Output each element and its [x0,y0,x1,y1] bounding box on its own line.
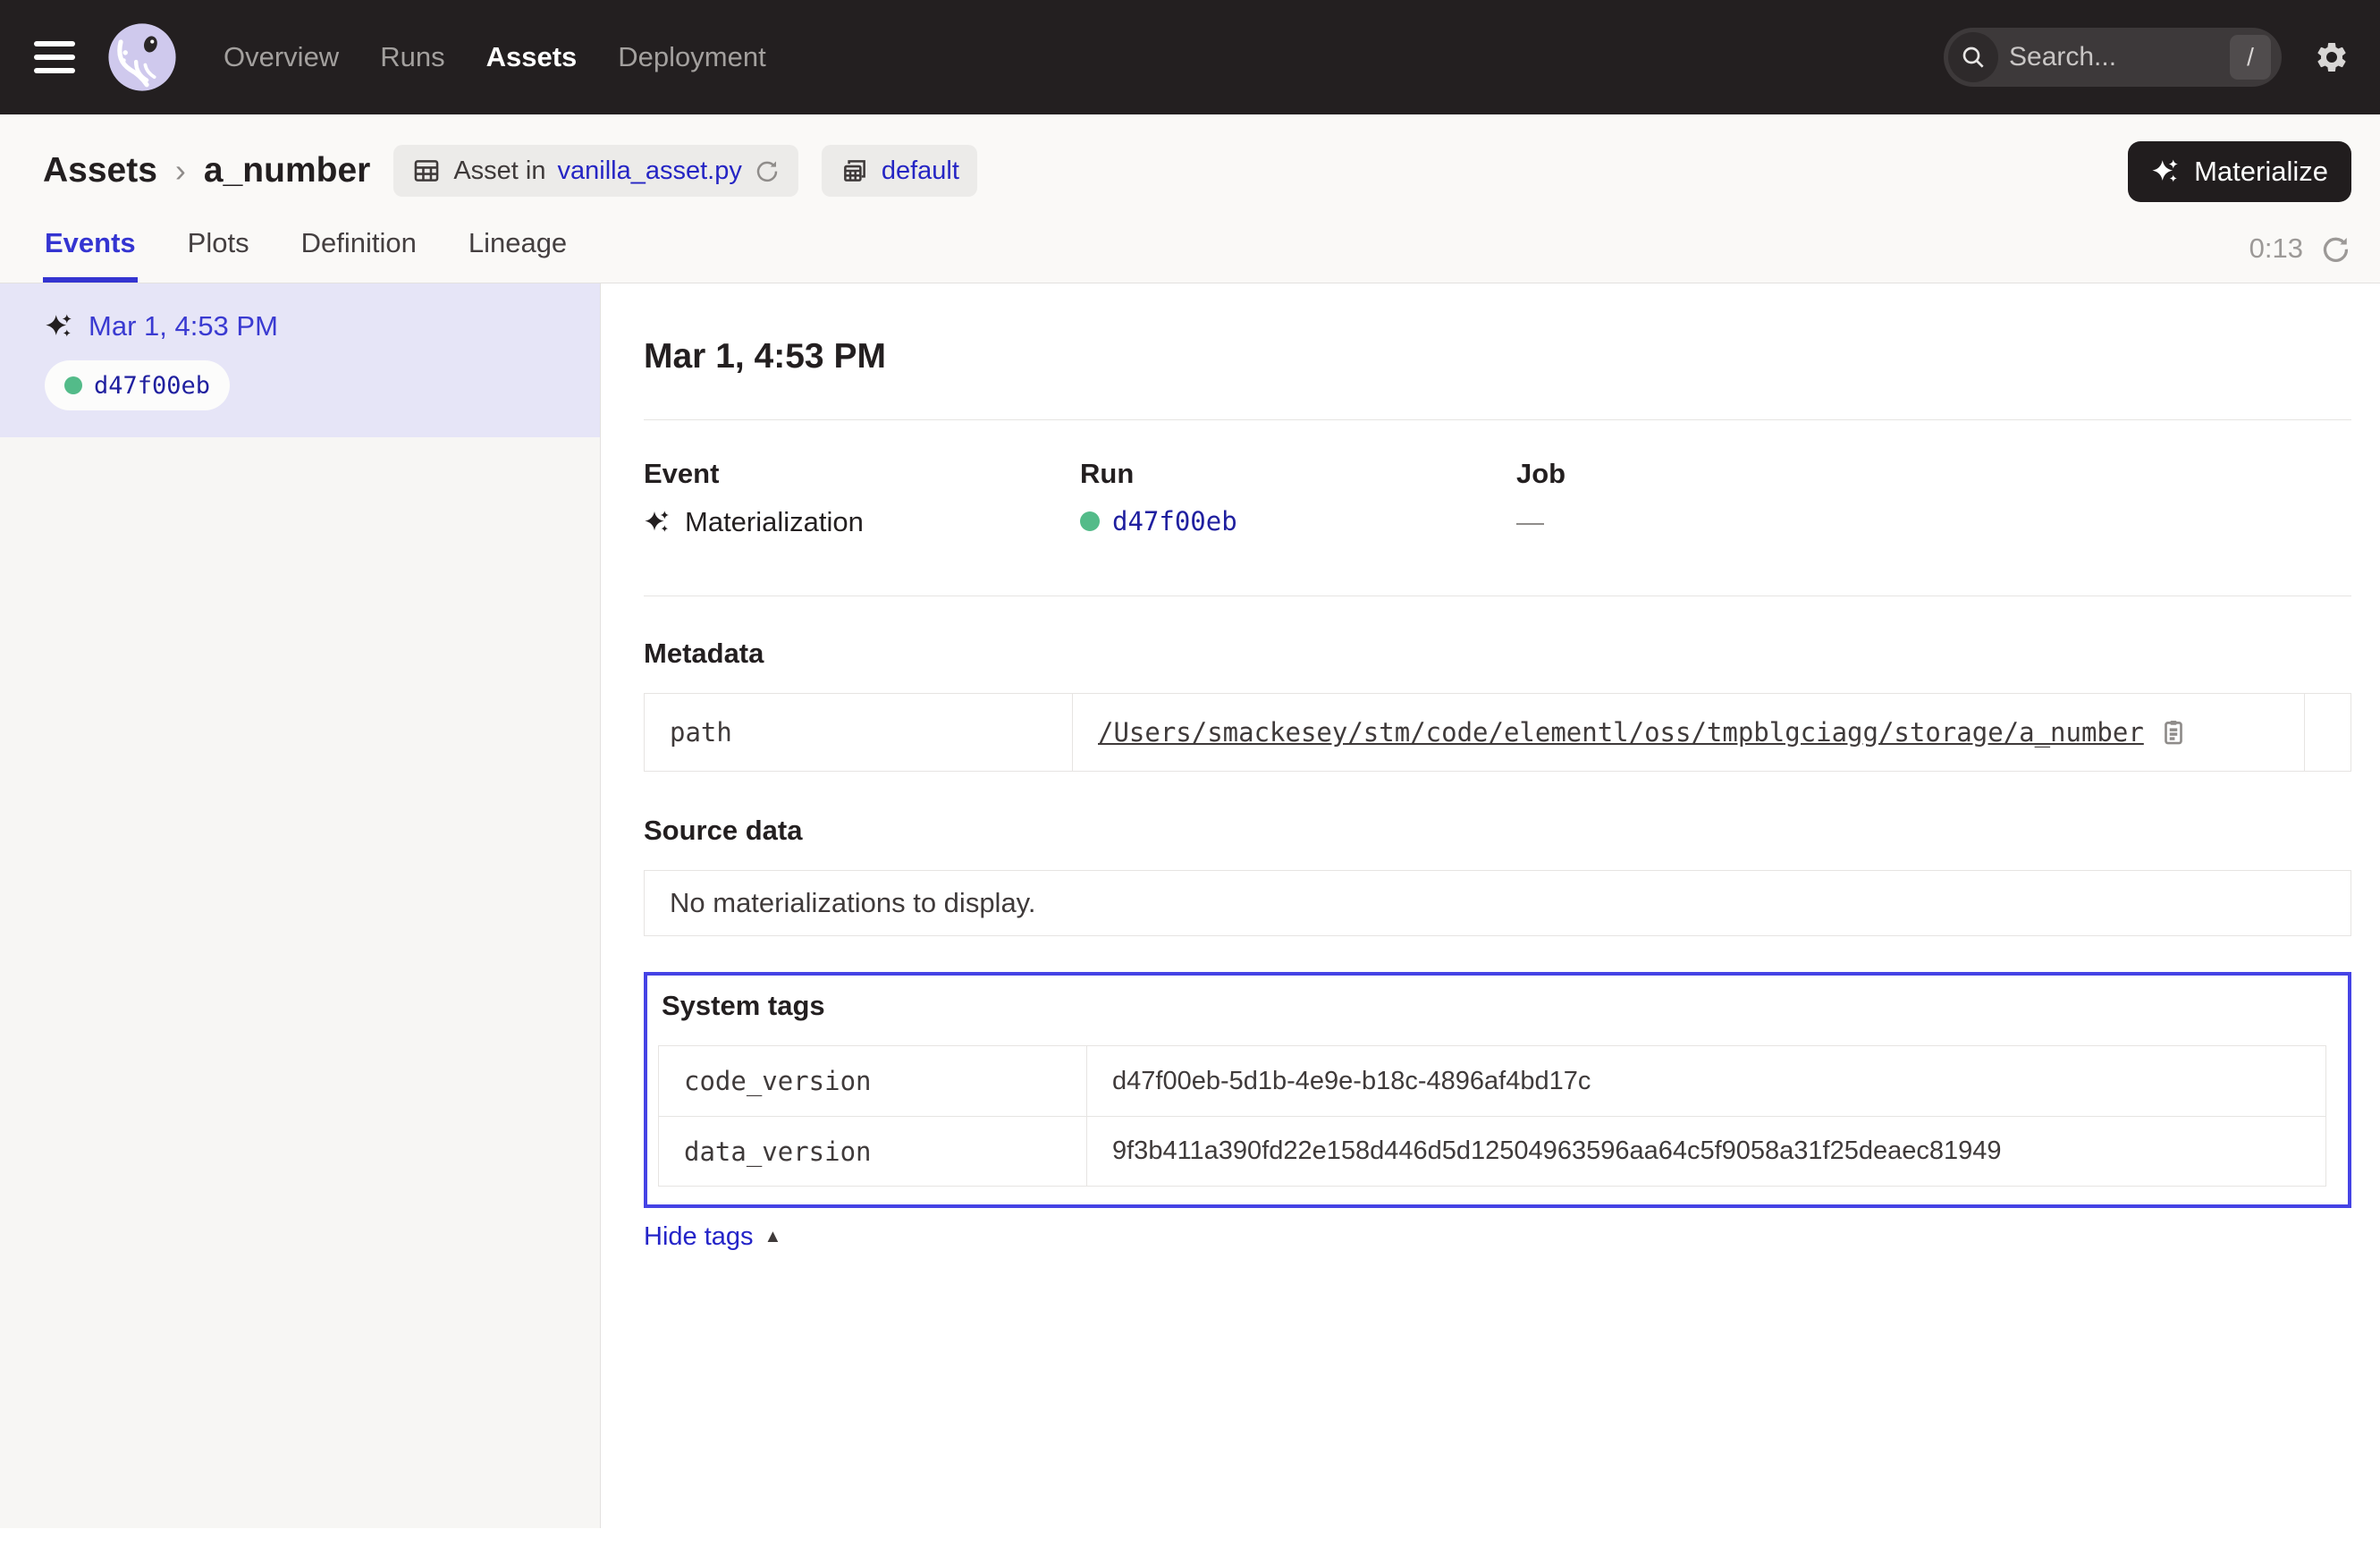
search-box[interactable]: / [1944,28,2282,87]
metadata-action-cell [2304,694,2350,771]
table-row: path /Users/smackesey/stm/code/elementl/… [645,694,2350,771]
tab-lineage[interactable]: Lineage [467,227,569,283]
source-data-heading: Source data [644,815,2351,847]
system-tags-heading: System tags [662,990,2326,1022]
copy-to-clipboard-icon[interactable] [2158,717,2189,748]
event-type-value: Materialization [685,506,864,538]
materialize-button[interactable]: Materialize [2128,141,2351,202]
code-location-badge[interactable]: default [822,145,977,197]
events-sidebar: Mar 1, 4:53 PM d47f00eb [0,283,601,1528]
source-data-empty-state: No materializations to display. [644,870,2351,936]
search-input[interactable] [1998,42,2230,72]
primary-nav: Overview Runs Assets Deployment [224,41,766,73]
materialization-sparkle-icon [644,508,672,536]
tab-plots[interactable]: Plots [186,227,251,283]
event-timestamp-link[interactable]: Mar 1, 4:53 PM [89,310,278,342]
nav-runs[interactable]: Runs [380,41,444,73]
table-grid-icon [411,156,442,186]
settings-gear-icon[interactable] [2314,39,2350,75]
run-id-link[interactable]: d47f00eb [1112,506,1237,536]
hide-tags-link[interactable]: Hide tags ▲ [644,1222,781,1252]
menu-icon[interactable] [34,41,75,73]
refresh-icon[interactable] [2319,232,2351,265]
materialization-sparkle-icon [45,311,75,342]
job-value: — [1516,506,1544,538]
event-list-item[interactable]: Mar 1, 4:53 PM d47f00eb [0,283,600,437]
tag-key: data_version [659,1117,1086,1186]
breadcrumb-separator: › [175,152,186,190]
event-detail-panel: Mar 1, 4:53 PM Event Materialization Run [601,283,2380,1528]
repo-location-icon [840,156,870,186]
run-status-badge[interactable]: d47f00eb [45,360,230,410]
tag-key: code_version [659,1046,1086,1116]
metadata-table: path /Users/smackesey/stm/code/elementl/… [644,693,2351,772]
search-shortcut-badge: / [2230,35,2271,80]
tag-value: 9f3b411a390fd22e158d446d5d12504963596aa6… [1086,1117,2325,1186]
system-tags-table: code_version d47f00eb-5d1b-4e9e-b18c-489… [658,1045,2326,1187]
refresh-countdown: 0:13 [2249,232,2303,265]
code-location-link[interactable]: default [882,156,959,186]
run-id-label: d47f00eb [94,372,210,400]
divider [644,419,2351,420]
metadata-key: path [645,694,1072,771]
sparkle-icon [2151,156,2182,187]
metadata-heading: Metadata [644,638,2351,670]
asset-definition-badge[interactable]: Asset in vanilla_asset.py [393,145,798,197]
tag-value: d47f00eb-5d1b-4e9e-b18c-4896af4bd17c [1086,1046,2325,1116]
event-summary: Event Materialization Run d47f00eb [644,458,2351,538]
system-tags-section: System tags code_version d47f00eb-5d1b-4… [644,972,2351,1208]
tab-definition[interactable]: Definition [300,227,418,283]
breadcrumb-assets-link[interactable]: Assets [43,151,157,190]
nav-deployment[interactable]: Deployment [618,41,765,73]
dagster-logo-icon[interactable] [105,21,179,94]
metadata-path-link[interactable]: /Users/smackesey/stm/code/elementl/oss/t… [1098,717,2144,748]
reload-icon[interactable] [754,157,781,184]
run-column-label: Run [1080,458,1516,490]
job-column-label: Job [1516,458,2351,490]
asset-tabs: Events Plots Definition Lineage [43,227,569,283]
search-icon [1948,32,1998,82]
asset-badge-prefix: Asset in [453,156,545,186]
nav-overview[interactable]: Overview [224,41,339,73]
event-detail-title: Mar 1, 4:53 PM [644,337,2351,376]
table-row: code_version d47f00eb-5d1b-4e9e-b18c-489… [659,1046,2325,1116]
chevron-up-icon: ▲ [764,1227,782,1247]
tab-events[interactable]: Events [43,227,138,283]
topbar: Overview Runs Assets Deployment / [0,0,2380,114]
breadcrumb: Assets › a_number Asset in vanilla_asset… [43,145,2351,197]
page-title: a_number [204,151,370,190]
table-row: data_version 9f3b411a390fd22e158d446d5d1… [659,1116,2325,1186]
asset-header: Assets › a_number Asset in vanilla_asset… [0,114,2380,283]
event-column-label: Event [644,458,1080,490]
asset-file-link[interactable]: vanilla_asset.py [558,156,742,186]
materialize-label: Materialize [2194,156,2328,188]
nav-assets[interactable]: Assets [486,41,578,73]
run-success-dot-icon [64,376,82,394]
run-success-dot-icon [1080,511,1100,531]
hide-tags-label: Hide tags [644,1222,754,1252]
